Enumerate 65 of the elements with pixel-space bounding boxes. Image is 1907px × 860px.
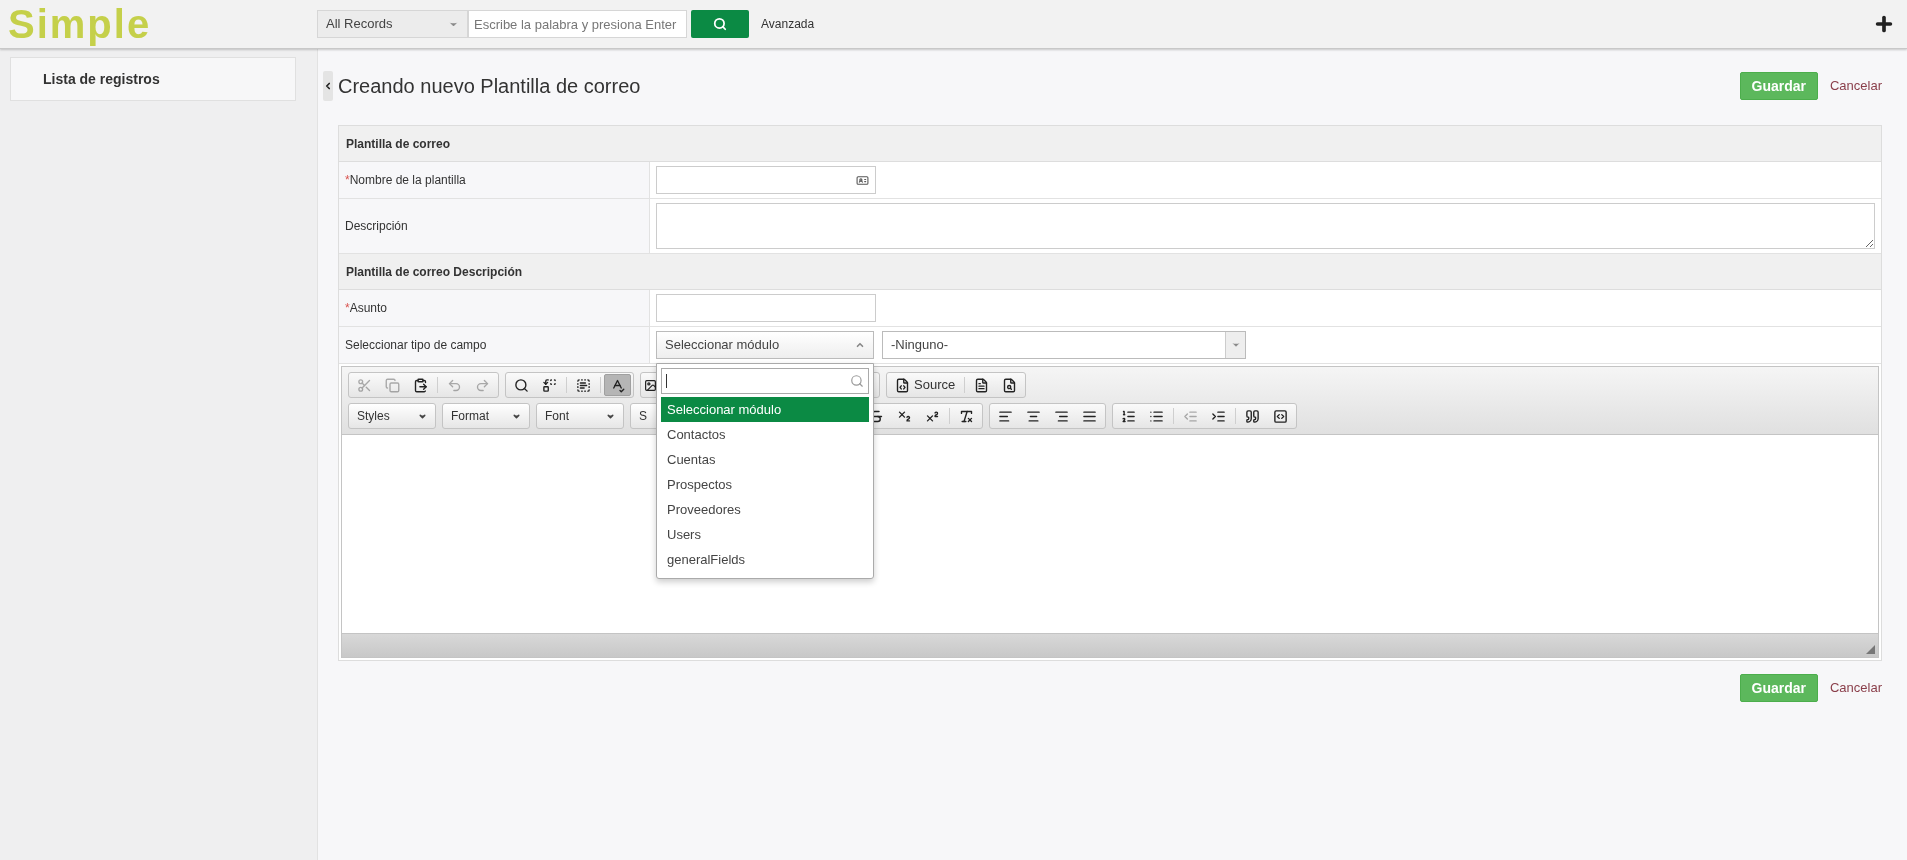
subscript-icon	[897, 408, 912, 424]
dropdown-option[interactable]: Users	[661, 522, 869, 547]
field-label: Seleccionar tipo de campo	[339, 327, 650, 363]
image-icon	[644, 378, 657, 392]
record-scope-select[interactable]: All Records	[317, 10, 468, 38]
text-field[interactable]	[656, 294, 876, 322]
clear-format-icon	[959, 408, 974, 424]
section-header: Plantilla de correo Descripción	[339, 254, 1881, 290]
align-center-icon	[1026, 408, 1041, 424]
align-left-icon	[998, 408, 1013, 424]
field-label: Descripción	[339, 199, 650, 253]
format-combo[interactable]: Font	[536, 403, 624, 429]
dropdown-option[interactable]: Cuentas	[661, 447, 869, 472]
code-file-icon	[895, 377, 910, 393]
spellcheck-button[interactable]	[604, 374, 631, 396]
bulleted-list-icon	[1149, 408, 1164, 424]
resize-handle-icon[interactable]	[1866, 645, 1875, 654]
format-combo[interactable]: Format	[442, 403, 530, 429]
quote-icon	[1245, 408, 1260, 424]
contact-card-icon	[856, 173, 869, 187]
search-icon	[514, 377, 529, 393]
code-icon	[1273, 408, 1288, 424]
caret-icon	[855, 340, 865, 350]
sidebar-item[interactable]: Lista de registros	[10, 57, 296, 101]
clipboard-icon	[413, 377, 428, 393]
field-label: *Nombre de la plantilla	[339, 162, 650, 198]
align-right-icon	[1054, 408, 1069, 424]
advanced-search-link[interactable]: Avanzada	[761, 15, 815, 33]
scissors-icon	[357, 377, 372, 393]
dropdown-search-field[interactable]	[661, 368, 869, 394]
text-field[interactable]	[656, 166, 876, 194]
search-icon	[850, 374, 864, 388]
justify-icon	[1082, 408, 1097, 424]
spellcheck-icon	[610, 377, 625, 393]
search-icon	[713, 17, 727, 31]
field-select[interactable]: -Ninguno-	[882, 331, 1246, 359]
section-header: Plantilla de correo	[339, 126, 1881, 162]
cancel-link[interactable]: Cancelar	[1829, 76, 1882, 96]
caret-icon	[1230, 340, 1241, 350]
source-button[interactable]: Source	[889, 374, 962, 396]
dropdown-option[interactable]: Contactos	[661, 422, 869, 447]
select-all-icon	[576, 377, 591, 393]
copy-icon	[385, 377, 400, 393]
search-field[interactable]: Escribe la palabra y presiona Enter	[468, 10, 687, 38]
page-title: Creando nuevo Plantilla de correo	[338, 74, 641, 99]
file-search-icon	[1002, 377, 1018, 393]
numbered-list-icon	[1121, 408, 1136, 424]
redo-icon	[475, 377, 490, 393]
field-label: *Asunto	[339, 290, 650, 326]
replace-icon	[542, 377, 557, 393]
cancel-link[interactable]: Cancelar	[1829, 678, 1882, 698]
outdent-icon	[1183, 408, 1198, 424]
undo-icon	[447, 377, 462, 393]
document-icon	[974, 377, 990, 393]
dropdown-option[interactable]: Seleccionar módulo	[661, 397, 869, 422]
module-select[interactable]: Seleccionar módulo	[656, 331, 874, 359]
add-icon[interactable]	[1873, 13, 1895, 35]
superscript-icon	[925, 408, 940, 424]
dropdown-option[interactable]: Proveedores	[661, 497, 869, 522]
dropdown-option[interactable]: generalFields	[661, 547, 869, 572]
format-combo[interactable]: Styles	[348, 403, 436, 429]
indent-icon	[1211, 408, 1226, 424]
description-field[interactable]	[656, 203, 1875, 249]
collapse-sidebar-icon[interactable]	[323, 80, 333, 92]
dropdown-option[interactable]: Prospectos	[661, 472, 869, 497]
